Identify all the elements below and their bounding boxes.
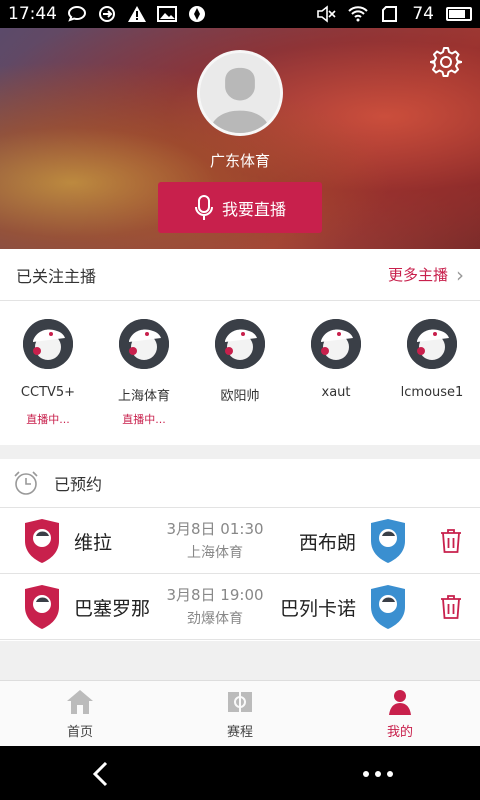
sim-icon [382,6,398,22]
match-time: 3月8日 01:30 [166,520,264,538]
home-team-name: 维拉 [74,531,113,554]
tab-schedule-label: 赛程 [226,725,253,740]
streamer-name: 欧阳帅 [220,389,260,404]
clock: 17:44 [8,4,57,24]
tab-profile-label: 我的 [386,725,413,740]
tab-home-label: 首页 [66,725,93,740]
profile-icon [389,690,411,715]
streamer-name: CCTV5+ [20,385,76,400]
away-team-name: 西布朗 [298,531,356,554]
streamer-avatar [311,319,361,369]
home-team-badge-icon [25,519,59,563]
streamer-avatar [215,319,265,369]
following-section: 已关注主播 更多主播 › CCTV5+ 直播中... 上海体育 直播中... 欧… [0,249,480,445]
home-team-name: 巴塞罗那 [74,597,151,620]
streamer-item[interactable]: 欧阳帅 [192,319,288,425]
streamer-item[interactable]: 上海体育 直播中... [96,319,192,426]
default-avatar-icon [200,53,280,133]
streamer-status: 直播中... [122,413,166,426]
home-team: 巴塞罗那 [22,584,150,630]
profile-header: 广东体育 我要直播 [0,28,480,249]
more-streamers-link[interactable]: 更多主播 › [388,263,464,287]
back-icon[interactable] [88,760,114,788]
following-header: 已关注主播 更多主播 › [0,249,480,301]
match-info: 3月8日 01:30 上海体育 [150,518,280,562]
streamer-status: 直播中... [26,413,70,426]
match-channel: 上海体育 [187,545,243,561]
streamer-item[interactable]: CCTV5+ 直播中... [0,319,96,426]
avatar[interactable] [197,50,283,136]
streamer-name: lcmouse1 [400,385,464,400]
mute-icon [317,5,336,23]
bottom-tab-bar: 首页 赛程 我的 [0,680,480,746]
streamer-item[interactable]: lcmouse1 [384,319,480,425]
warning-icon [128,6,146,22]
home-team-badge-icon [25,585,59,629]
match-row[interactable]: 巴塞罗那 3月8日 19:00 劲爆体育 巴列卡诺 [0,574,480,640]
following-title: 已关注主播 [16,266,97,286]
booked-section: 已预约 维拉 3月8日 01:30 上海体育 西布朗 巴塞罗那 3月8日 19:… [0,459,480,641]
go-live-label: 我要直播 [221,199,286,219]
tab-profile[interactable]: 我的 [320,681,480,746]
tab-home[interactable]: 首页 [0,681,160,746]
alarm-clock-icon [14,471,38,495]
gear-icon[interactable] [430,46,462,78]
away-team-badge-icon [371,585,405,629]
booked-header: 已预约 [0,459,480,508]
booked-title: 已预约 [54,475,103,494]
streamer-name: xaut [321,385,351,400]
username: 广东体育 [209,152,270,170]
more-dots-icon[interactable] [362,770,394,778]
streamer-item[interactable]: xaut [288,319,384,425]
chevron-right-icon: › [456,262,464,287]
go-live-button[interactable]: 我要直播 [158,182,322,233]
away-team: 西布朗 [299,518,408,564]
battery-percent: 74 [412,4,434,24]
trash-icon[interactable] [439,528,463,554]
streamer-name: 上海体育 [117,389,170,404]
streamer-list: CCTV5+ 直播中... 上海体育 直播中... 欧阳帅 xaut lcmou… [0,301,480,426]
more-streamers-label: 更多主播 [387,266,448,284]
streamer-avatar [119,319,169,369]
away-team: 巴列卡诺 [280,584,408,630]
streamer-avatar [23,319,73,369]
streamer-avatar [407,319,457,369]
home-team: 维拉 [22,518,112,564]
vpn-icon [189,6,205,22]
match-channel: 劲爆体育 [187,611,243,627]
away-team-badge-icon [371,519,405,563]
wifi-icon [348,6,369,22]
chat-bubble-icon [67,5,87,22]
match-info: 3月8日 19:00 劲爆体育 [150,584,280,628]
away-team-name: 巴列卡诺 [279,597,356,620]
schedule-icon [228,692,252,712]
status-bar: 17:44 74 [0,0,480,28]
match-time: 3月8日 19:00 [166,586,264,604]
system-nav-bar [0,746,480,800]
microphone-icon [194,194,213,220]
sync-icon [99,6,115,22]
battery-icon [446,7,472,21]
trash-icon[interactable] [439,594,463,620]
image-icon [157,6,177,22]
match-row[interactable]: 维拉 3月8日 01:30 上海体育 西布朗 [0,508,480,574]
tab-schedule[interactable]: 赛程 [160,681,320,746]
home-icon [67,690,93,714]
